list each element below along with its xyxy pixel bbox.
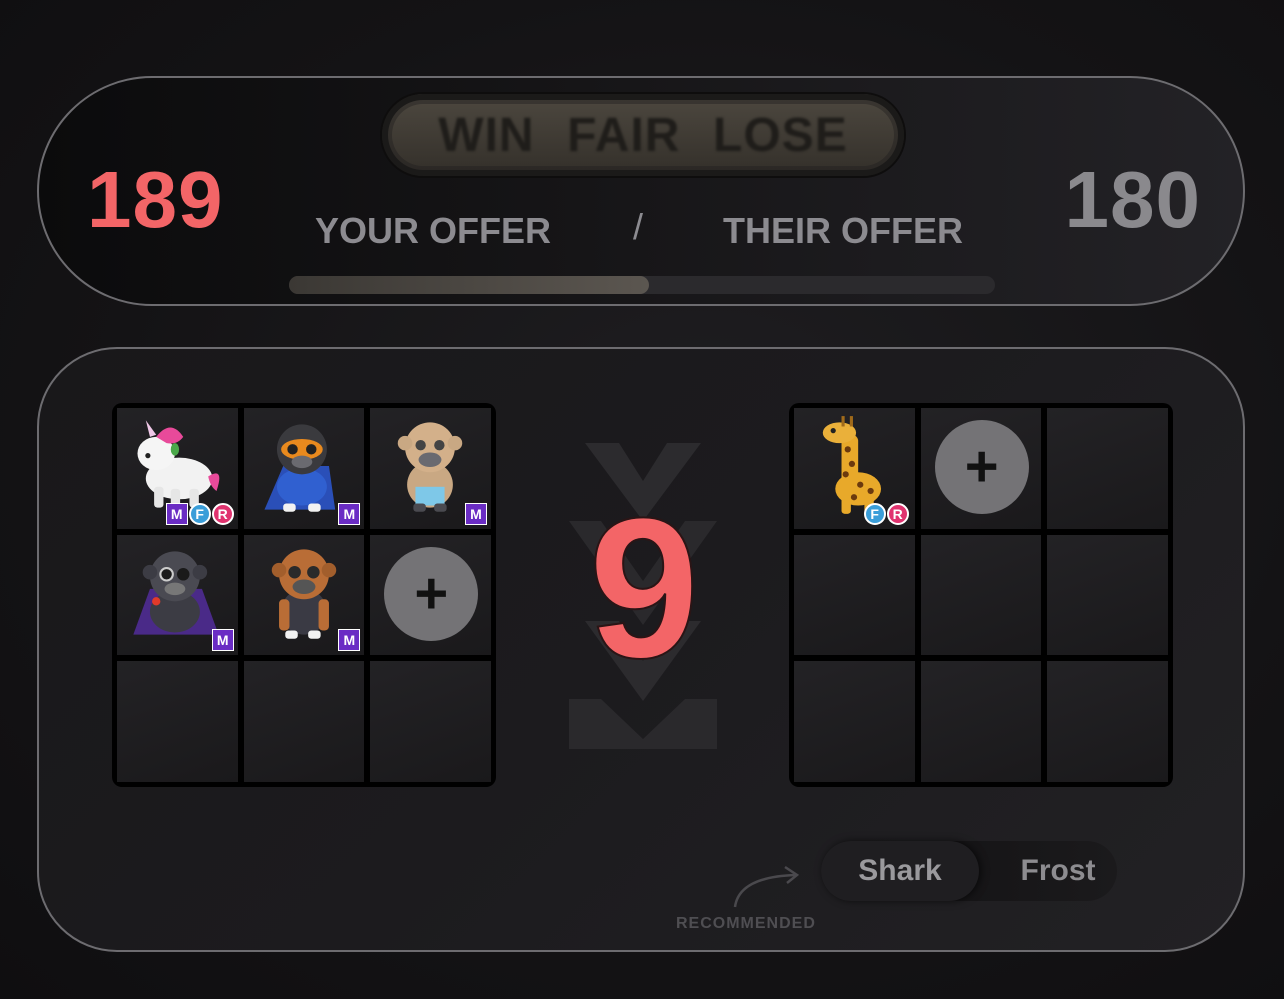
your-slot-4[interactable]: M: [117, 534, 238, 656]
badge-mega: M: [338, 502, 361, 525]
their-empty-slot[interactable]: [920, 534, 1042, 656]
value-balance-bar: [289, 276, 995, 294]
plus-icon: +: [964, 434, 999, 499]
badge-fly: F: [188, 502, 211, 525]
badge-mega: M: [338, 629, 361, 652]
their-empty-slot[interactable]: [1047, 534, 1168, 656]
badge-group: M F R: [165, 502, 234, 525]
your-offer-value: 189: [87, 155, 224, 244]
your-empty-slot[interactable]: [370, 661, 491, 782]
your-add-slot[interactable]: +: [370, 534, 491, 656]
curved-arrow-icon: [733, 865, 800, 908]
verdict-fair: FAIR: [567, 108, 681, 162]
badge-mega: M: [464, 502, 487, 525]
their-offer-label: THEIR OFFER: [723, 210, 963, 251]
mode-toggle: Shark Frost: [821, 841, 1117, 901]
your-empty-slot[interactable]: [243, 661, 365, 782]
their-offer-grid: F R +: [789, 403, 1173, 787]
badge-group: F R: [863, 502, 909, 525]
your-slot-2[interactable]: M: [243, 408, 365, 529]
their-empty-slot[interactable]: [920, 661, 1042, 782]
verdict-win: WIN: [438, 108, 535, 162]
recommended-hint: RECOMMENDED: [676, 915, 816, 932]
your-offer-label: YOUR OFFER: [315, 210, 552, 251]
mode-option-frost[interactable]: Frost: [979, 841, 1137, 901]
your-slot-5[interactable]: M: [243, 534, 365, 656]
trade-panel: M F R M M M M + 9 F R + RECOMMENDED Shar…: [37, 347, 1245, 952]
their-empty-slot[interactable]: [794, 534, 915, 656]
their-empty-slot[interactable]: [794, 661, 915, 782]
value-summary-panel: WIN FAIR LOSE 189 180 YOUR OFFER / THEIR…: [37, 76, 1245, 306]
verdict-indicator: WIN FAIR LOSE: [380, 92, 906, 178]
your-empty-slot[interactable]: [117, 661, 238, 782]
their-empty-slot[interactable]: [1047, 408, 1168, 529]
their-offer-value: 180: [1064, 155, 1201, 244]
your-slot-1[interactable]: M F R: [117, 408, 238, 529]
their-empty-slot[interactable]: [1047, 661, 1168, 782]
badge-mega: M: [165, 502, 188, 525]
your-slot-3[interactable]: M: [370, 408, 491, 529]
badge-ride: R: [211, 502, 234, 525]
value-difference-indicator: 9: [559, 429, 739, 759]
badge-ride: R: [886, 502, 909, 525]
plus-icon: +: [414, 560, 449, 626]
badge-mega: M: [211, 629, 234, 652]
verdict-lose: LOSE: [713, 108, 848, 162]
add-item-button[interactable]: +: [934, 420, 1029, 514]
their-add-slot[interactable]: +: [920, 408, 1042, 529]
badge-group: M: [338, 502, 361, 525]
your-offer-grid: M F R M M M M +: [112, 403, 496, 787]
offer-separator: /: [633, 206, 644, 247]
mode-option-shark[interactable]: Shark: [821, 841, 979, 901]
add-item-button[interactable]: +: [384, 546, 479, 641]
value-difference: 9: [587, 477, 700, 700]
badge-group: M: [211, 629, 234, 652]
their-slot-1[interactable]: F R: [794, 408, 915, 529]
badge-group: M: [338, 629, 361, 652]
value-balance-fill: [289, 276, 650, 294]
badge-fly: F: [863, 502, 886, 525]
badge-group: M: [464, 502, 487, 525]
